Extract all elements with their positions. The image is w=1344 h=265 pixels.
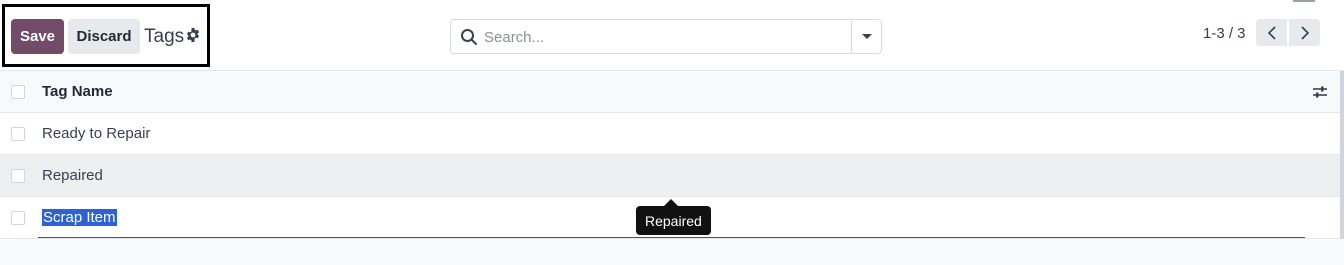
table-row[interactable]: Ready to Repair (0, 113, 1340, 155)
save-button[interactable]: Save (11, 19, 64, 54)
column-header-tag-name[interactable]: Tag Name (42, 83, 113, 100)
table-row[interactable]: Repaired (0, 155, 1340, 197)
chevron-left-icon (1267, 25, 1276, 40)
pager-value[interactable]: 1-3 / 3 (1203, 25, 1246, 42)
tag-name-cell[interactable]: Repaired (42, 167, 103, 184)
row-checkbox[interactable] (11, 127, 25, 141)
search-input[interactable] (484, 26, 844, 48)
control-panel: Save Discard Tags 1-3 / 3 (0, 0, 1344, 71)
optional-columns-icon[interactable] (1312, 84, 1328, 100)
scrollbar[interactable] (1340, 71, 1344, 239)
selected-text: Scrap Item (42, 209, 117, 226)
search-options-toggle[interactable] (851, 20, 881, 53)
discard-button[interactable]: Discard (68, 19, 140, 54)
edit-field-underline (38, 237, 1305, 238)
pager-previous-button[interactable] (1256, 19, 1287, 46)
divider (1293, 0, 1315, 2)
row-checkbox[interactable] (11, 169, 25, 183)
row-checkbox[interactable] (11, 211, 25, 225)
list-footer (0, 239, 1344, 265)
caret-down-icon (861, 34, 872, 39)
pager-next-button[interactable] (1289, 19, 1320, 46)
search-icon (461, 29, 477, 45)
list-header: Tag Name (0, 71, 1340, 113)
gear-icon[interactable] (185, 27, 201, 43)
chevron-right-icon (1300, 25, 1309, 40)
tag-name-cell[interactable]: Ready to Repair (42, 125, 150, 142)
tag-name-input[interactable]: Scrap Item (42, 209, 117, 226)
select-all-checkbox[interactable] (11, 85, 25, 99)
page-title[interactable]: Tags (144, 26, 184, 48)
search-bar (450, 19, 882, 54)
tooltip: Repaired (636, 199, 711, 235)
